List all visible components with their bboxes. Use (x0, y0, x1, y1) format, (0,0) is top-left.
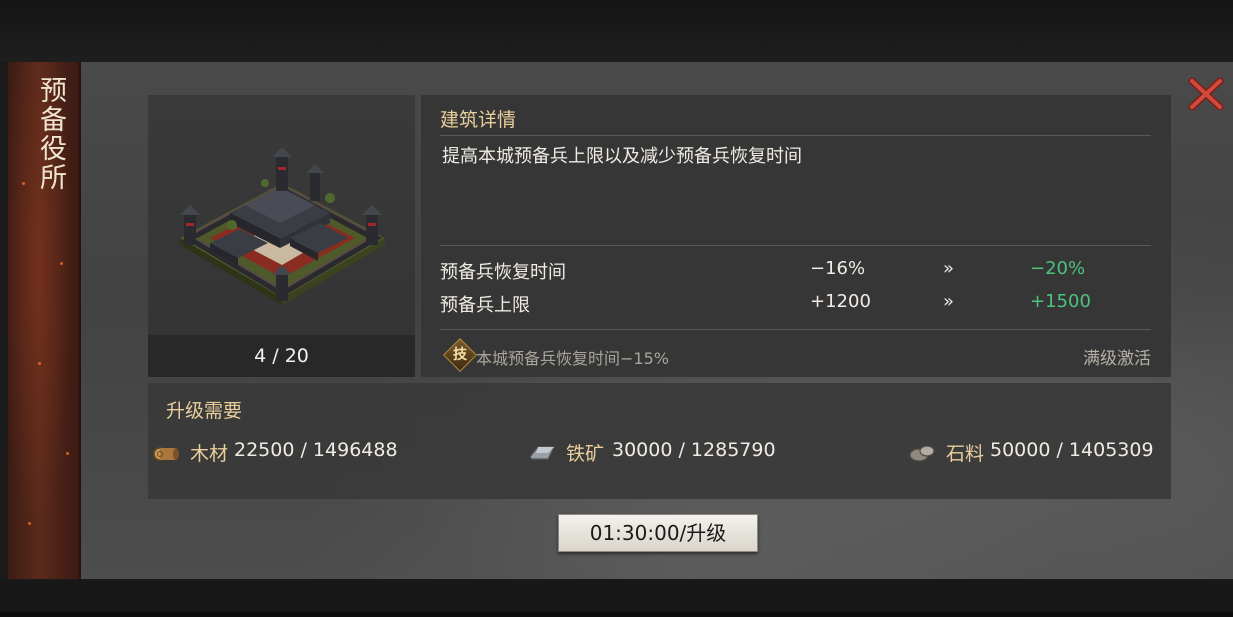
stat-label: 预备兵恢复时间 (440, 262, 566, 283)
resource-name: 木材 (190, 443, 229, 465)
stat-label: 预备兵上限 (440, 295, 530, 316)
stat-next-value: +1500 (1030, 291, 1091, 312)
stat-row-reserve-limit: 预备兵上限 +1200 » +1500 (440, 291, 1151, 319)
resource-name: 铁矿 (566, 443, 605, 465)
close-button[interactable] (1186, 73, 1226, 113)
ember-decoration (66, 452, 69, 455)
double-chevron-icon: » (943, 258, 954, 279)
ember-decoration (60, 262, 63, 265)
wood-icon (153, 447, 179, 461)
stat-current-value: +1200 (810, 291, 871, 312)
ember-decoration (38, 362, 41, 365)
stat-current-value: −16% (810, 258, 866, 279)
title-banner: 预备役所 (8, 62, 81, 579)
double-chevron-icon: » (943, 291, 954, 312)
building-level: 4 / 20 (148, 335, 415, 377)
requirements-heading: 升级需要 (166, 400, 243, 422)
barracks-building-image (180, 147, 385, 305)
close-icon (1188, 77, 1224, 111)
resource-amount: 50000 / 1405309 (990, 439, 1154, 461)
top-background (0, 0, 1233, 62)
building-image-panel: 4 / 20 (148, 95, 415, 377)
bottom-background (0, 580, 1233, 617)
building-details-panel: 建筑详情 提高本城预备兵上限以及减少预备兵恢复时间 预备兵恢复时间 −16% »… (421, 95, 1171, 377)
skill-description: 本城预备兵恢复时间−15% (476, 349, 669, 368)
skill-activation-status: 满级激活 (1083, 349, 1151, 369)
building-description: 提高本城预备兵上限以及减少预备兵恢复时间 (442, 146, 802, 167)
stat-next-value: −20% (1030, 258, 1086, 279)
divider (440, 135, 1151, 136)
resource-iron-ore: 铁矿 30000 / 1285790 (528, 439, 828, 467)
iron-ore-icon (529, 446, 555, 460)
skill-badge-label: 技 (453, 347, 467, 363)
ember-decoration (28, 522, 31, 525)
stat-row-recovery-time: 预备兵恢复时间 −16% » −20% (440, 258, 1151, 286)
resource-amount: 30000 / 1285790 (612, 439, 776, 461)
upgrade-requirements-panel: 升级需要 木材 22500 / 1496488 铁矿 30000 / 12857… (148, 383, 1171, 499)
resource-amount: 22500 / 1496488 (234, 439, 398, 461)
ember-decoration (22, 182, 25, 185)
divider (440, 245, 1151, 246)
building-title: 预备役所 (35, 76, 66, 192)
resource-name: 石料 (946, 443, 985, 465)
details-heading: 建筑详情 (440, 109, 517, 131)
resource-wood: 木材 22500 / 1496488 (152, 439, 452, 467)
upgrade-button[interactable]: 01:30:00/升级 (558, 514, 758, 552)
divider (440, 329, 1151, 330)
resource-stone: 石料 50000 / 1405309 (908, 439, 1168, 467)
stone-icon (909, 445, 935, 462)
